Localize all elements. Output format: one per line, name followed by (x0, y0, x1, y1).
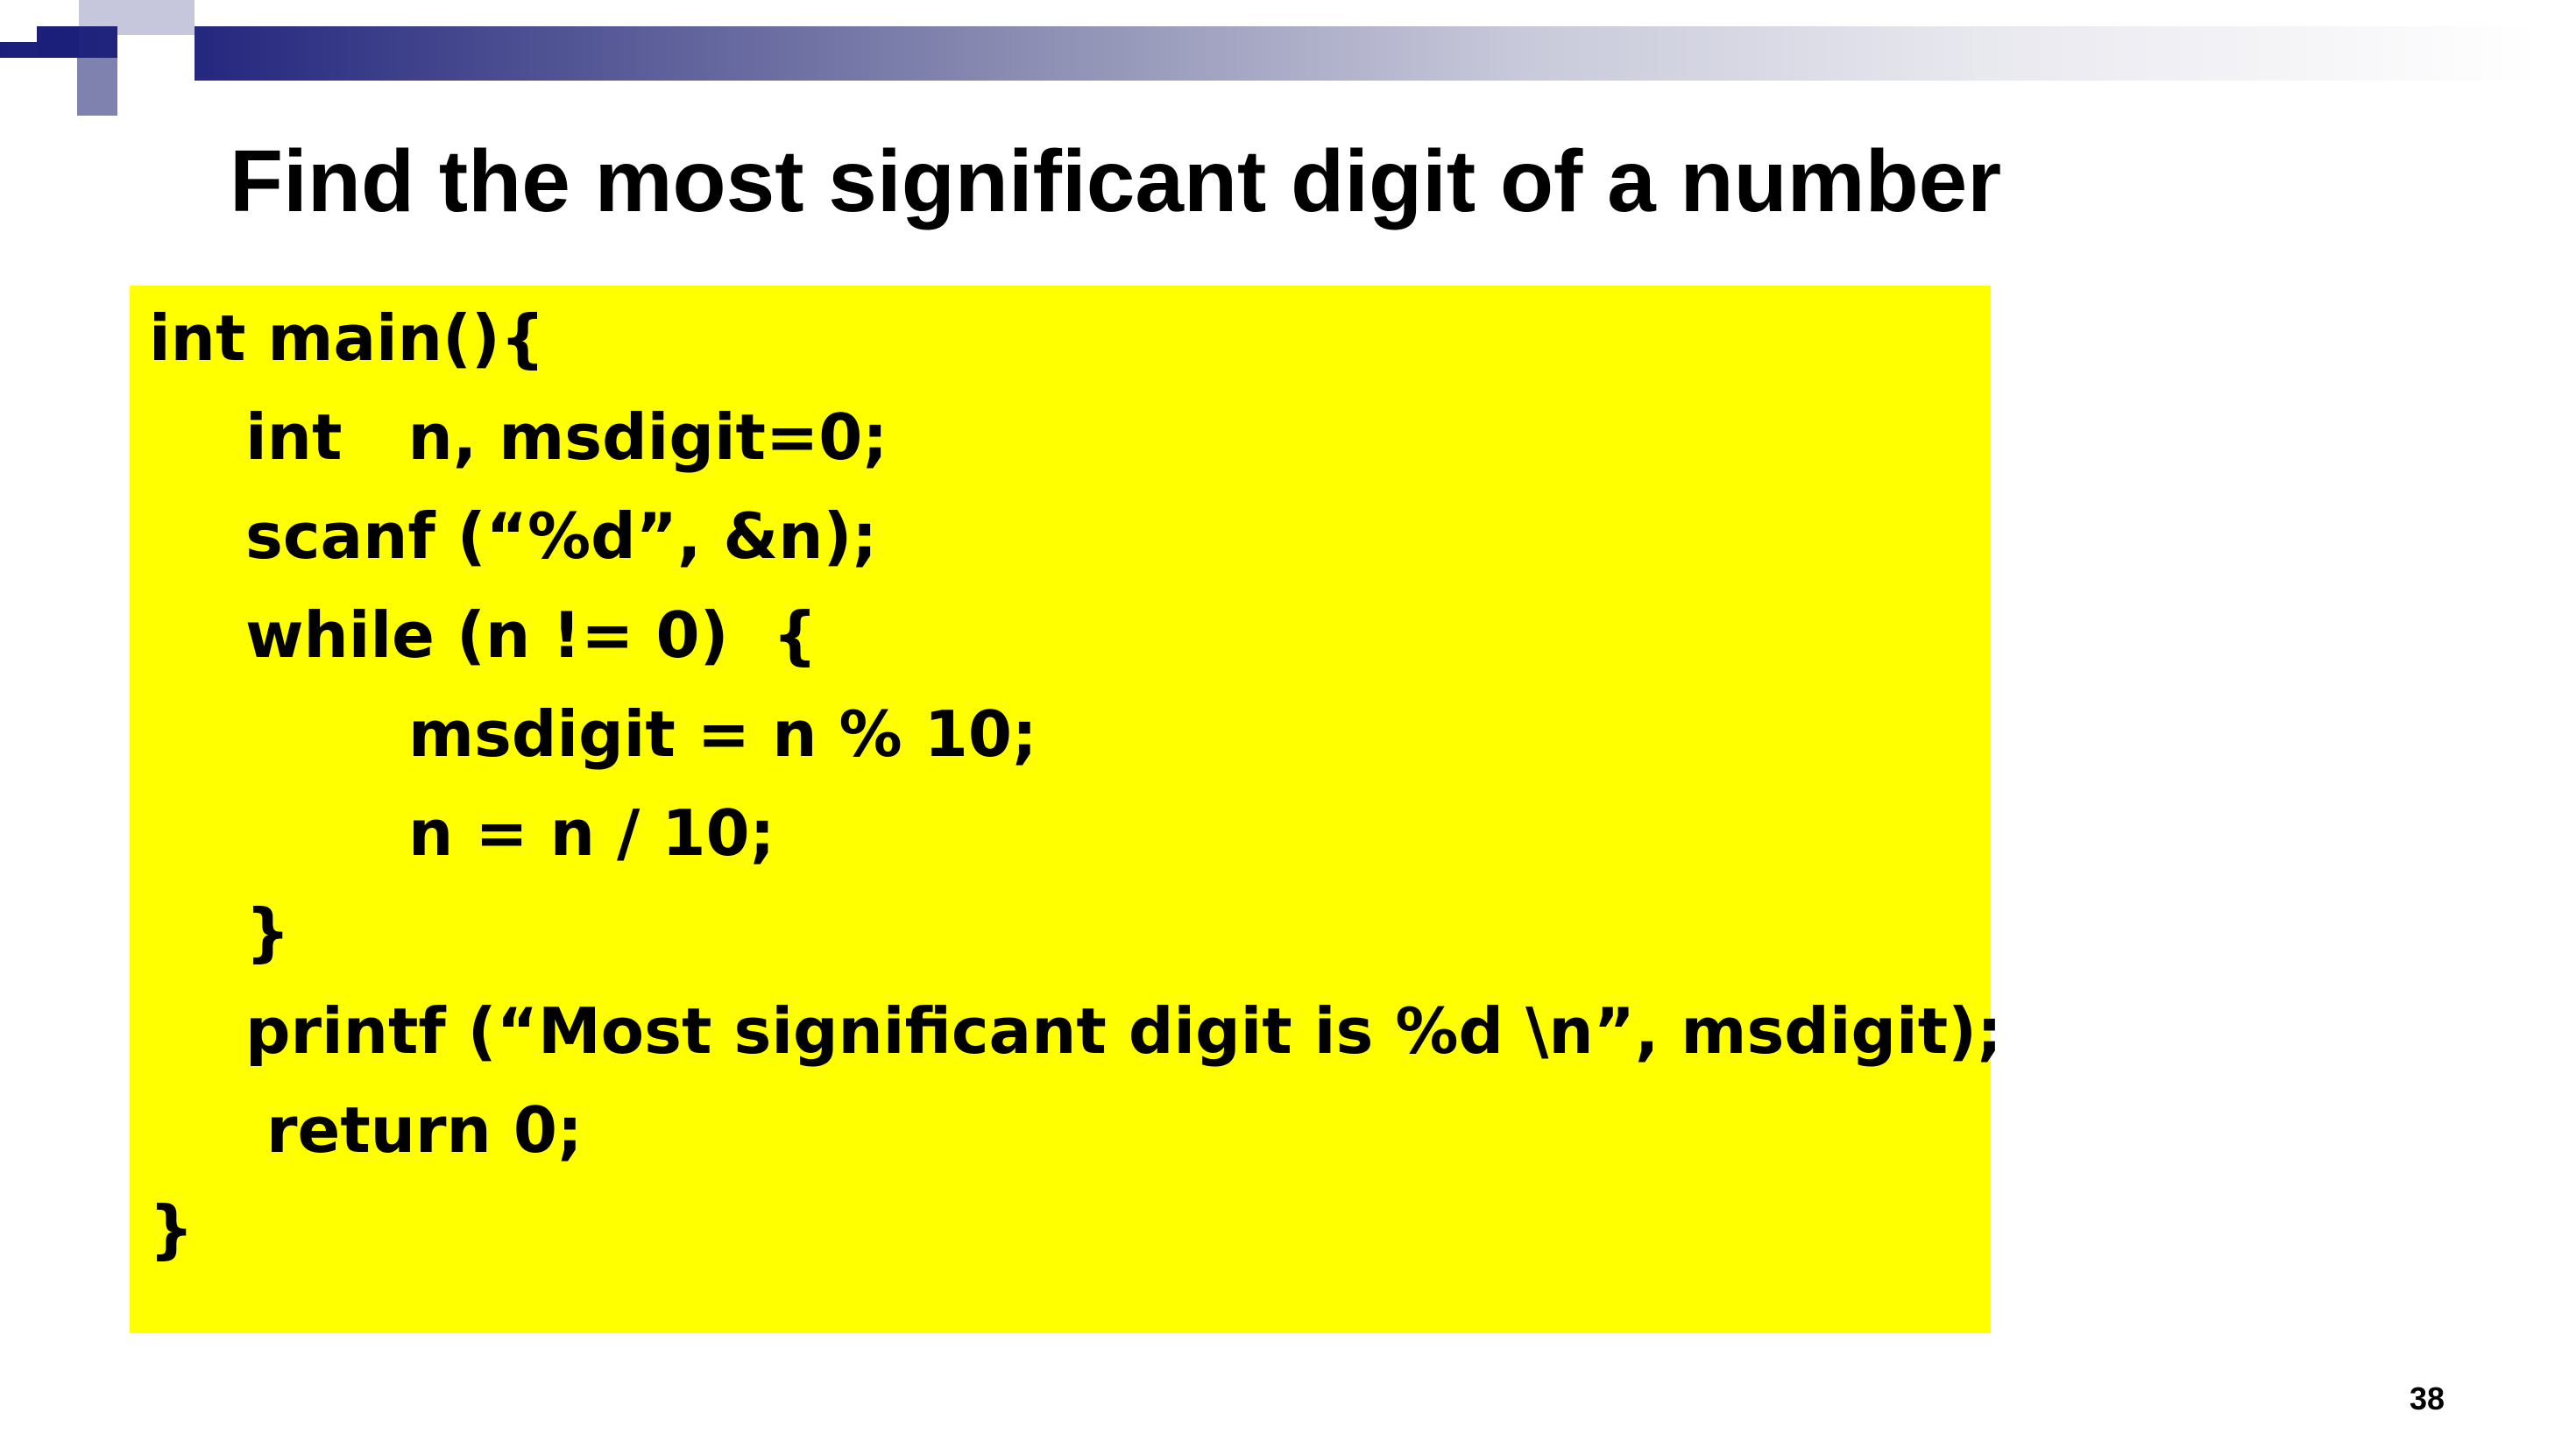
header-gradient-band (0, 26, 2541, 81)
code-line: int n, msdigit=0; (245, 400, 888, 474)
header-square-decoration (37, 26, 79, 58)
code-line: msdigit = n % 10; (408, 697, 1037, 771)
header-square-decoration (79, 0, 117, 26)
header-square-decoration (117, 0, 195, 35)
slide-title: Find the most significant digit of a num… (230, 132, 2002, 230)
code-line: int main(){ (149, 301, 546, 375)
header-square-decoration (0, 58, 77, 116)
code-line: scanf (“%d”, &n); (245, 499, 878, 573)
header-square-decoration (0, 0, 42, 42)
code-line: } (149, 1192, 195, 1266)
code-line: } (245, 895, 291, 969)
code-line: printf (“Most significant digit is %d \n… (245, 994, 2002, 1068)
code-line: while (n != 0) { (245, 598, 817, 672)
header-square-decoration (117, 35, 195, 81)
page-number: 38 (2409, 1381, 2445, 1416)
header-square-decoration (117, 81, 195, 116)
code-line: n = n / 10; (408, 796, 775, 870)
header-square-decoration (77, 58, 117, 116)
code-block: int main(){ int n, msdigit=0; scanf (“%d… (130, 286, 2002, 1333)
code-line: return 0; (266, 1093, 583, 1167)
